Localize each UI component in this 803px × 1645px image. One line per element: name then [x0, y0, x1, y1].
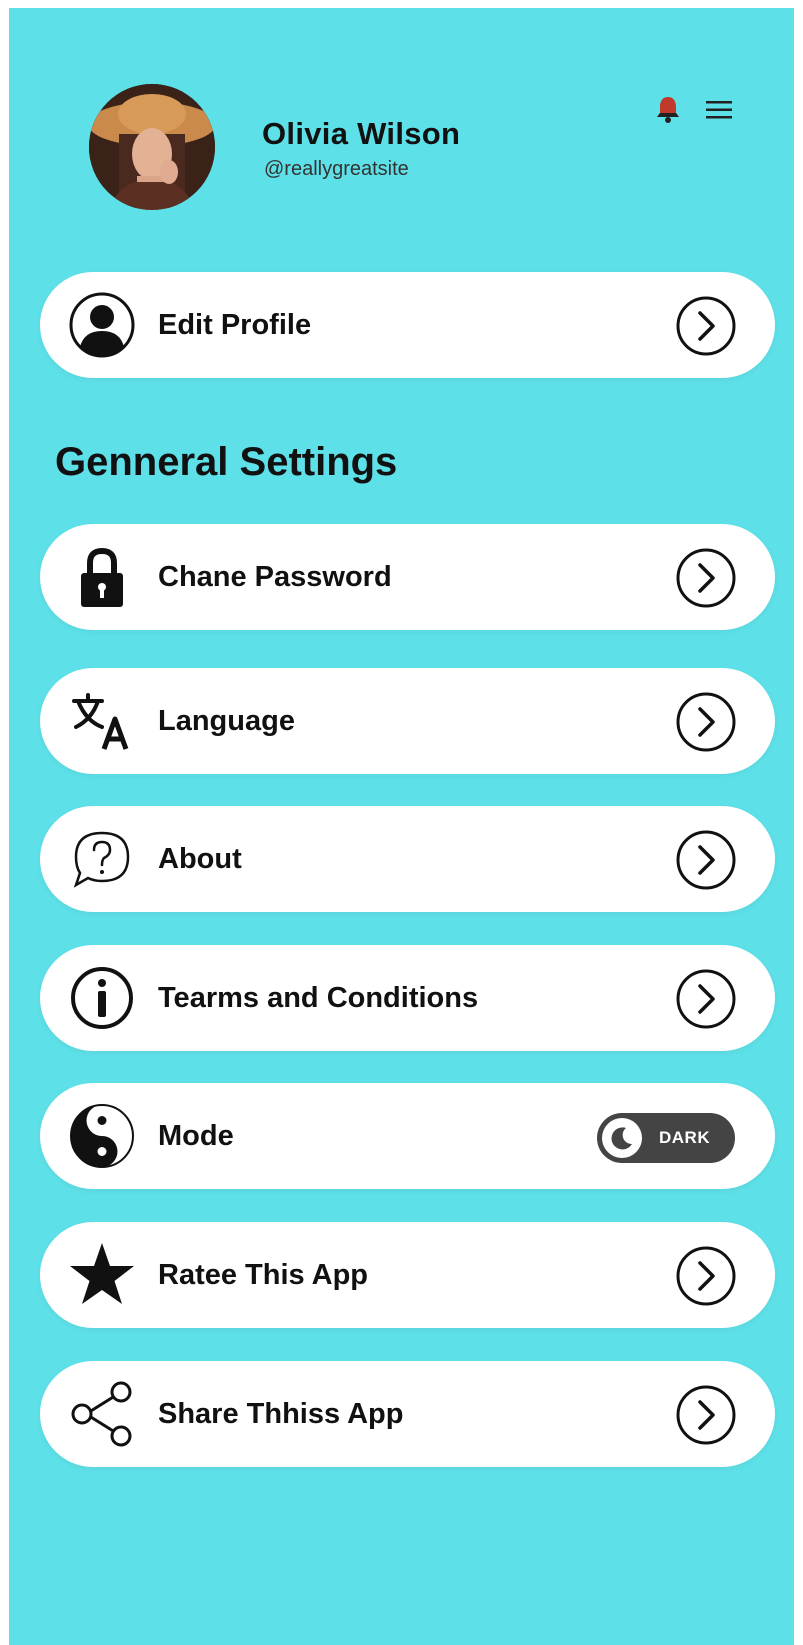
- share-app-button[interactable]: Share Thhiss App: [40, 1361, 775, 1467]
- chevron-right-icon: [675, 829, 737, 891]
- notification-button[interactable]: [653, 94, 683, 124]
- settings-item-label: Chane Password: [158, 561, 392, 593]
- about-button[interactable]: About: [40, 806, 775, 912]
- user-icon: [68, 291, 136, 359]
- language-button[interactable]: Language: [40, 668, 775, 774]
- toggle-knob: [602, 1118, 642, 1158]
- user-handle: @reallygreatsite: [264, 158, 409, 180]
- share-icon: [68, 1380, 136, 1448]
- translate-icon: [68, 687, 136, 755]
- menu-button[interactable]: [704, 98, 734, 122]
- dark-mode-toggle[interactable]: DARK: [597, 1113, 735, 1163]
- settings-item-label: Mode: [158, 1120, 234, 1152]
- section-title: Genneral Settings: [55, 440, 398, 484]
- change-password-button[interactable]: Chane Password: [40, 524, 775, 630]
- lock-icon: [68, 543, 136, 611]
- terms-button[interactable]: Tearms and Conditions: [40, 945, 775, 1051]
- info-icon: [68, 964, 136, 1032]
- menu-icon: [706, 101, 732, 119]
- settings-item-label: About: [158, 843, 242, 875]
- edit-profile-button[interactable]: Edit Profile: [40, 272, 775, 378]
- settings-item-label: Language: [158, 705, 295, 737]
- chevron-right-icon: [675, 1245, 737, 1307]
- yin-yang-icon: [68, 1102, 136, 1170]
- chevron-right-icon: [675, 691, 737, 753]
- chevron-right-icon: [675, 968, 737, 1030]
- rate-app-button[interactable]: Ratee This App: [40, 1222, 775, 1328]
- toggle-label: DARK: [659, 1128, 711, 1147]
- settings-item-label: Ratee This App: [158, 1259, 369, 1291]
- edit-profile-label: Edit Profile: [158, 309, 312, 341]
- avatar[interactable]: [89, 84, 215, 210]
- star-icon: [68, 1241, 136, 1309]
- chevron-right-icon: [675, 547, 737, 609]
- moon-icon: [611, 1127, 632, 1150]
- question-bubble-icon: [68, 825, 136, 893]
- user-name: Olivia Wilson: [262, 116, 461, 151]
- chevron-right-icon: [675, 295, 737, 357]
- bell-icon: [657, 97, 679, 123]
- chevron-right-icon: [675, 1384, 737, 1446]
- settings-item-label: Share Thhiss App: [158, 1398, 404, 1430]
- settings-item-label: Tearms and Conditions: [158, 982, 479, 1014]
- avatar-photo-icon: [89, 84, 215, 210]
- mode-row: Mode DARK: [40, 1083, 775, 1189]
- settings-screen: Olivia Wilson @reallygreatsite Edit Prof…: [9, 8, 794, 1645]
